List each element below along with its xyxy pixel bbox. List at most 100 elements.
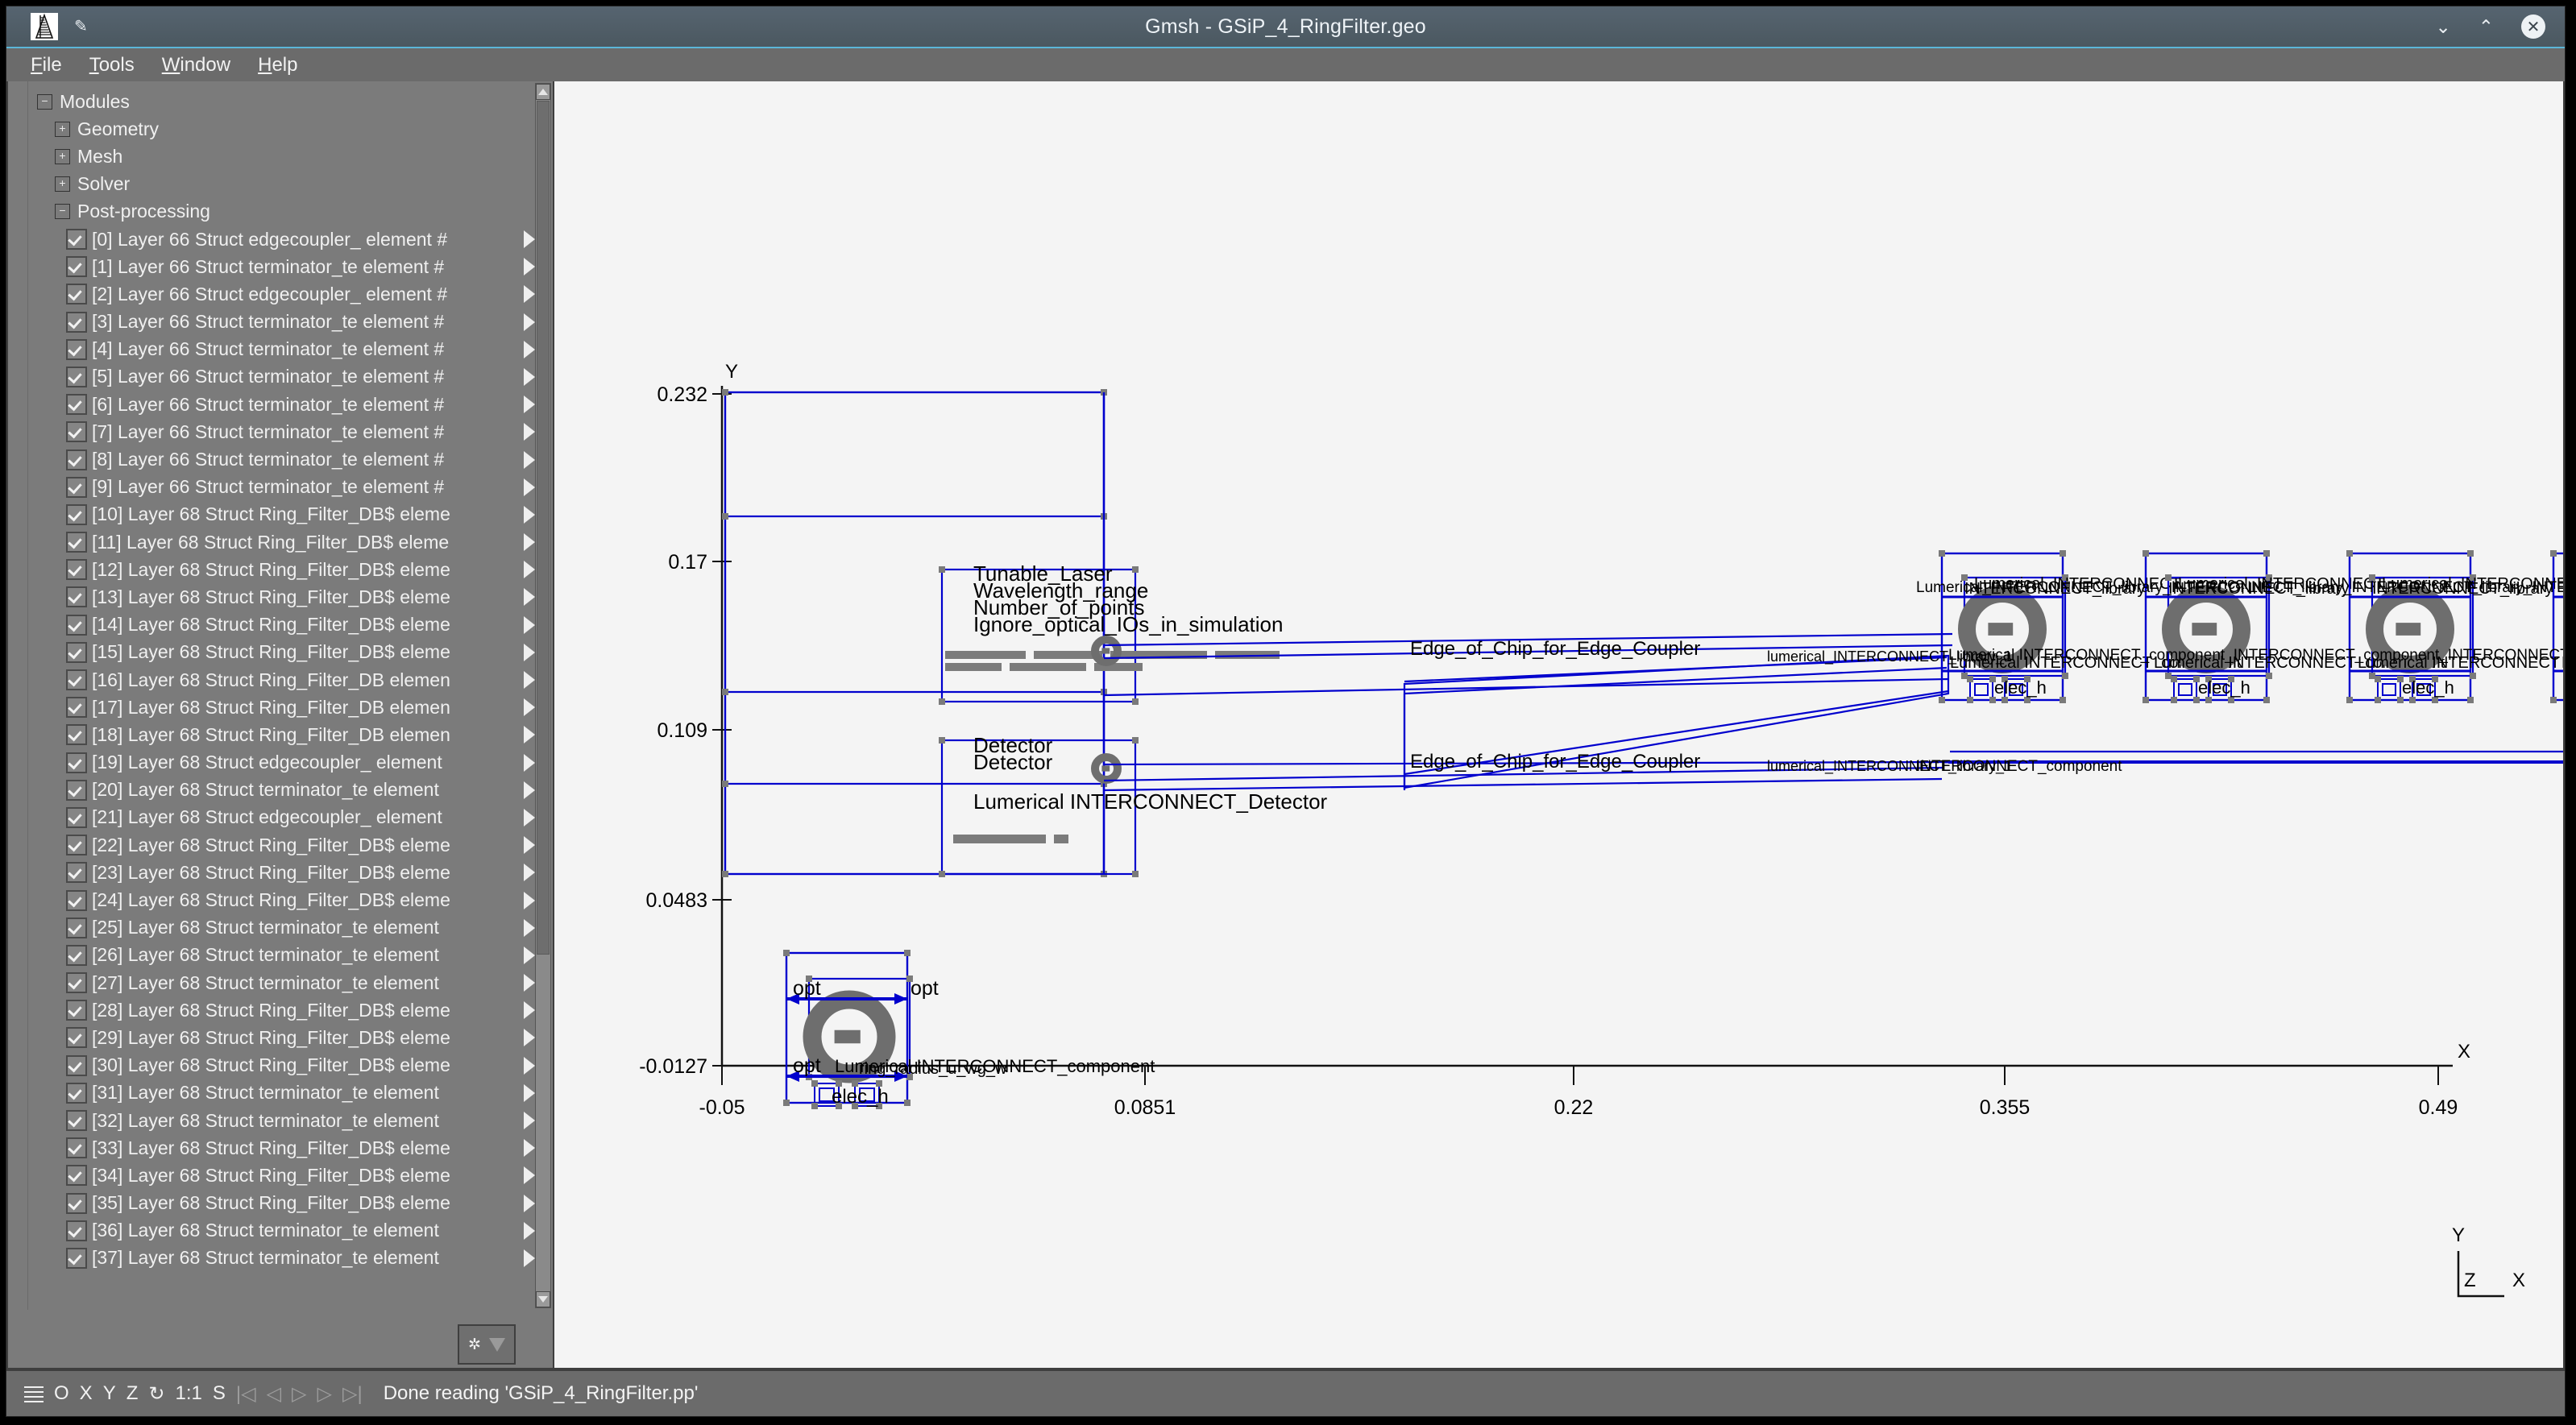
tree-view-item[interactable]: [16] Layer 68 Struct Ring_Filter_DB elem… [8, 666, 535, 694]
view-menu-arrow-icon[interactable] [524, 864, 535, 882]
graphics-canvas[interactable]: Y X -0.0127 0.0483 0.109 0.17 0.232 -0.05 0.0851… [554, 81, 2565, 1369]
tree-view-item[interactable]: [31] Layer 68 Struct terminator_te eleme… [8, 1079, 535, 1107]
tree-view-item[interactable]: [18] Layer 68 Struct Ring_Filter_DB elem… [8, 721, 535, 748]
view-visibility-checkbox[interactable] [66, 1054, 87, 1076]
tree-item-solver[interactable]: + Solver [8, 171, 535, 198]
view-menu-arrow-icon[interactable] [524, 753, 535, 772]
tree-view-item[interactable]: [26] Layer 68 Struct terminator_te eleme… [8, 942, 535, 969]
tree-view-item[interactable]: [22] Layer 68 Struct Ring_Filter_DB$ ele… [8, 831, 535, 859]
menu-file[interactable]: File [31, 54, 62, 77]
view-menu-arrow-icon[interactable] [524, 1221, 535, 1240]
view-visibility-checkbox[interactable] [66, 366, 87, 387]
view-visibility-checkbox[interactable] [66, 559, 87, 581]
view-visibility-checkbox[interactable] [66, 724, 87, 746]
view-visibility-checkbox[interactable] [66, 1165, 87, 1187]
tree-view-item[interactable]: [13] Layer 68 Struct Ring_Filter_DB$ ele… [8, 583, 535, 611]
tree-view-item[interactable]: [5] Layer 66 Struct terminator_te elemen… [8, 363, 535, 391]
view-menu-arrow-icon[interactable] [524, 1166, 535, 1185]
view-visibility-checkbox[interactable] [66, 338, 87, 360]
scroll-up-arrow-icon[interactable] [536, 84, 550, 100]
view-menu-arrow-icon[interactable] [524, 1029, 535, 1047]
view-visibility-checkbox[interactable] [66, 806, 87, 828]
tree-view-item[interactable]: [20] Layer 68 Struct terminator_te eleme… [8, 777, 535, 804]
menu-help[interactable]: Help [258, 54, 297, 77]
tree-view-item[interactable]: [27] Layer 68 Struct terminator_te eleme… [8, 969, 535, 996]
tree-view-item[interactable]: [12] Layer 68 Struct Ring_Filter_DB$ ele… [8, 556, 535, 583]
maximize-icon[interactable]: ⌃ [2479, 17, 2494, 36]
tree-item-post-processing[interactable]: − Post-processing [8, 198, 535, 226]
step-forward-icon[interactable]: ▷ [317, 1382, 332, 1406]
tree-item-geometry[interactable]: + Geometry [8, 115, 535, 143]
view-menu-arrow-icon[interactable] [524, 726, 535, 744]
view-menu-arrow-icon[interactable] [524, 781, 535, 799]
view-menu-arrow-icon[interactable] [524, 615, 535, 634]
view-visibility-checkbox[interactable] [66, 503, 87, 525]
view-visibility-checkbox[interactable] [66, 1220, 87, 1241]
tree-view-item[interactable]: [29] Layer 68 Struct Ring_Filter_DB$ ele… [8, 1024, 535, 1051]
view-menu-arrow-icon[interactable] [524, 396, 535, 414]
tree-view-item[interactable]: [23] Layer 68 Struct Ring_Filter_DB$ ele… [8, 859, 535, 886]
tree-view-item[interactable]: [15] Layer 68 Struct Ring_Filter_DB$ ele… [8, 639, 535, 666]
view-visibility-checkbox[interactable] [66, 1000, 87, 1021]
view-visibility-checkbox[interactable] [66, 889, 87, 911]
view-visibility-checkbox[interactable] [66, 669, 87, 691]
tree-view-item[interactable]: [34] Layer 68 Struct Ring_Filter_DB$ ele… [8, 1162, 535, 1189]
view-menu-arrow-icon[interactable] [524, 478, 535, 496]
status-button-y[interactable]: Y [103, 1382, 116, 1405]
tree-view-item[interactable]: [36] Layer 68 Struct terminator_te eleme… [8, 1217, 535, 1245]
menu-window[interactable]: Window [162, 54, 230, 77]
view-menu-arrow-icon[interactable] [524, 258, 535, 276]
view-menu-arrow-icon[interactable] [524, 533, 535, 552]
view-visibility-checkbox[interactable] [66, 311, 87, 333]
view-menu-arrow-icon[interactable] [524, 891, 535, 909]
tree-item-mesh[interactable]: + Mesh [8, 143, 535, 170]
scroll-down-arrow-icon[interactable] [536, 1291, 550, 1307]
menu-tools[interactable]: Tools [89, 54, 135, 77]
view-visibility-checkbox[interactable] [66, 972, 87, 994]
tree-view-item[interactable]: [3] Layer 66 Struct terminator_te elemen… [8, 309, 535, 336]
view-visibility-checkbox[interactable] [66, 284, 87, 305]
tree-view-item[interactable]: [14] Layer 68 Struct Ring_Filter_DB$ ele… [8, 611, 535, 639]
view-menu-arrow-icon[interactable] [524, 340, 535, 358]
tree-item-modules[interactable]: − Modules [8, 88, 535, 115]
tree-scroll-viewport[interactable]: − Modules + Geometry + Mesh + Solver − Post-proce… [8, 81, 535, 1310]
view-visibility-checkbox[interactable] [66, 532, 87, 553]
stop-button[interactable]: S [213, 1382, 226, 1405]
rotate-icon[interactable]: ↻ [148, 1382, 164, 1406]
tree-view-item[interactable]: [9] Layer 66 Struct terminator_te elemen… [8, 474, 535, 501]
view-visibility-checkbox[interactable] [66, 752, 87, 773]
view-visibility-checkbox[interactable] [66, 449, 87, 470]
view-visibility-checkbox[interactable] [66, 476, 87, 498]
view-menu-arrow-icon[interactable] [524, 643, 535, 661]
view-visibility-checkbox[interactable] [66, 1110, 87, 1132]
view-menu-arrow-icon[interactable] [524, 1001, 535, 1020]
view-visibility-checkbox[interactable] [66, 944, 87, 966]
view-visibility-checkbox[interactable] [66, 1137, 87, 1159]
tree-view-item[interactable]: [7] Layer 66 Struct terminator_te elemen… [8, 418, 535, 445]
view-visibility-checkbox[interactable] [66, 1027, 87, 1049]
view-menu-arrow-icon[interactable] [524, 698, 535, 717]
view-menu-arrow-icon[interactable] [524, 918, 535, 937]
view-menu-arrow-icon[interactable] [524, 588, 535, 607]
tree-view-item[interactable]: [25] Layer 68 Struct terminator_te eleme… [8, 914, 535, 942]
view-visibility-checkbox[interactable] [66, 641, 87, 663]
skip-last-icon[interactable]: ▷| [342, 1382, 363, 1406]
tree-view-item[interactable]: [17] Layer 68 Struct Ring_Filter_DB elem… [8, 694, 535, 721]
view-menu-arrow-icon[interactable] [524, 285, 535, 304]
view-visibility-checkbox[interactable] [66, 421, 87, 443]
scrollbar-thumb[interactable] [537, 101, 550, 955]
expand-toggle-icon[interactable]: + [55, 121, 70, 137]
collapse-toggle-icon[interactable]: − [55, 204, 70, 220]
close-icon[interactable]: ✕ [2521, 14, 2545, 39]
view-visibility-checkbox[interactable] [66, 917, 87, 938]
skip-first-icon[interactable]: |◁ [236, 1382, 256, 1406]
view-visibility-checkbox[interactable] [66, 1247, 87, 1269]
tree-view-item[interactable]: [11] Layer 68 Struct Ring_Filter_DB$ ele… [8, 528, 535, 556]
tree-view-item[interactable]: [1] Layer 66 Struct terminator_te elemen… [8, 253, 535, 280]
status-button-z[interactable]: Z [127, 1382, 139, 1405]
tree-view-item[interactable]: [6] Layer 66 Struct terminator_te elemen… [8, 391, 535, 418]
view-visibility-checkbox[interactable] [66, 256, 87, 278]
view-menu-arrow-icon[interactable] [524, 1249, 535, 1267]
hamburger-icon[interactable] [24, 1386, 44, 1402]
collapse-toggle-icon[interactable]: − [37, 93, 52, 110]
